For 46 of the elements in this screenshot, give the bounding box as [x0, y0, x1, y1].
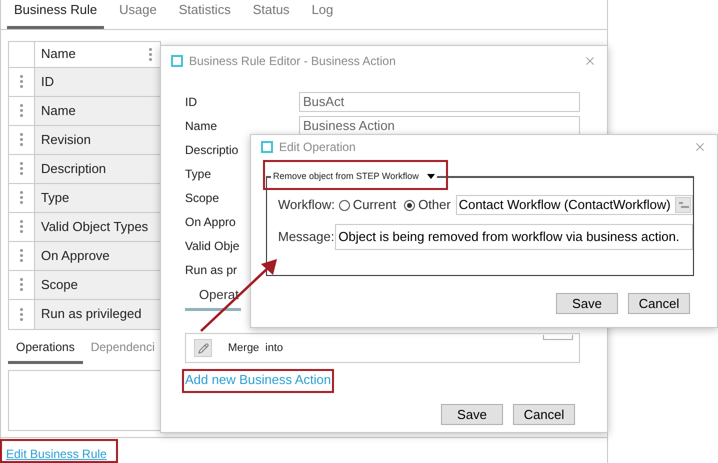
table-cell: Run as privileged [35, 300, 160, 328]
table-cell: ID [35, 68, 160, 96]
table-cell: On Approve [35, 242, 160, 270]
cancel-button[interactable]: Cancel [513, 404, 575, 424]
radio-option[interactable]: Current [338, 195, 396, 215]
message-field[interactable]: Object is being removed from workflow via business action. [335, 224, 693, 250]
tree-icon[interactable] [675, 197, 691, 213]
cancel-button[interactable]: Cancel [628, 293, 690, 314]
tab[interactable]: Business Rule [7, 0, 104, 28]
tab[interactable]: Status [246, 0, 297, 28]
field-label: Name [185, 118, 218, 135]
pencil-icon [198, 342, 208, 354]
tab[interactable]: Log [304, 0, 340, 28]
table-cell: Description [35, 154, 160, 182]
tab[interactable]: Operations [8, 338, 83, 364]
field-label: Descriptio [185, 142, 238, 159]
workflow-field[interactable]: Contact Workflow (ContactWorkflow) [456, 195, 693, 215]
field-label: ID [185, 94, 198, 111]
table-cell: Name [35, 96, 160, 124]
operation-item[interactable]: Merge into [228, 340, 284, 356]
radio-option[interactable]: Other [404, 195, 451, 215]
field-label: Type [185, 166, 212, 183]
tab[interactable]: Usage [112, 0, 164, 28]
field-label: Workflow: [278, 196, 335, 214]
column-header: Name [40, 45, 77, 64]
operation-title: Edit Operation [279, 139, 356, 156]
table-cell: Type [35, 184, 160, 212]
field-label: Message: [278, 228, 334, 246]
field-label: Valid Obje [185, 238, 240, 255]
tab[interactable]: Statistics [172, 0, 238, 28]
save-button[interactable]: Save [441, 404, 503, 424]
window-icon [171, 55, 183, 67]
save-button[interactable]: Save [556, 293, 618, 314]
editor-title: Business Rule Editor - Business Action [189, 53, 396, 70]
operation-dropdown[interactable]: Remove object from STEP Workflow [271, 170, 437, 184]
table-cell: Valid Object Types [35, 212, 160, 240]
table-cell: Revision [35, 126, 160, 154]
tab[interactable]: Dependenci [82, 338, 163, 364]
table-cell: Scope [35, 270, 160, 298]
field-label: Run as pr [185, 262, 238, 279]
tab[interactable]: Operat [199, 285, 239, 305]
field-label: On Appro [185, 214, 236, 231]
text-field[interactable]: BusAct [299, 92, 580, 112]
window-icon [261, 141, 273, 153]
field-label: Scope [185, 190, 220, 207]
edit-button[interactable] [194, 339, 212, 357]
